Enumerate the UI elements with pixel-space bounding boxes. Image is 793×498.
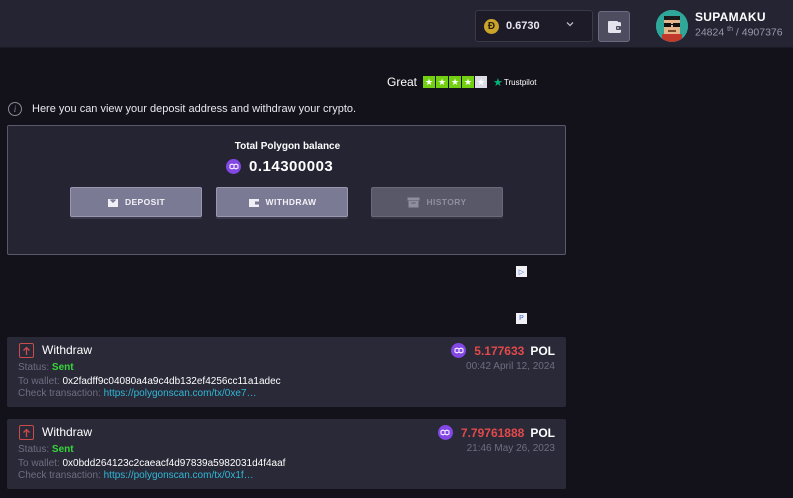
transaction-card: Withdraw 5.177633 POL 00:42 April 12, 20… xyxy=(7,337,566,407)
transaction-wallet: To wallet: 0x0bdd264123c2caeacf4d97839a5… xyxy=(18,458,285,469)
user-rank: 24824 th / 4907376 xyxy=(695,26,783,39)
trustpilot-stars: ★ ★ ★ ★ ★ xyxy=(423,76,488,88)
transaction-date: 00:42 April 12, 2024 xyxy=(466,361,555,372)
rank-suffix: th xyxy=(727,26,733,33)
deposit-label: Deposit xyxy=(124,197,166,207)
deposit-icon xyxy=(107,196,119,208)
check-label: Check transaction: xyxy=(18,470,101,481)
transaction-amount: 7.79761888 POL xyxy=(437,425,555,440)
check-label: Check transaction: xyxy=(18,388,101,399)
transaction-currency: POL xyxy=(530,425,555,440)
balance-panel-title: Total Polygon balance xyxy=(234,141,341,152)
transaction-type: Withdraw xyxy=(42,425,93,439)
history-label: History xyxy=(426,197,467,207)
balance-amount-value: 0.14300003 xyxy=(249,158,334,175)
transaction-amount: 5.177633 POL xyxy=(451,343,555,358)
rank-total: / 4907376 xyxy=(735,26,783,39)
transaction-check: Check transaction: https://polygonscan.c… xyxy=(18,470,254,481)
star-icon: ★ xyxy=(462,76,475,88)
arrow-up-icon xyxy=(19,343,34,358)
trustpilot-rating-label: Great xyxy=(387,75,418,89)
polygon-icon xyxy=(226,159,241,174)
check-transaction-link[interactable]: https://polygonscan.com/tx/0xe7… xyxy=(104,388,257,399)
status-value: Sent xyxy=(51,362,74,373)
transaction-status: Status: Sent xyxy=(18,362,74,373)
trustpilot-brand: Trustpilot xyxy=(503,77,537,87)
trustpilot-widget[interactable]: Great ★ ★ ★ ★ ★ ★ Trustpilot xyxy=(387,75,537,89)
withdraw-button[interactable]: Withdraw xyxy=(216,187,348,217)
wallet-label: To wallet: xyxy=(18,458,60,469)
polygon-icon xyxy=(451,343,467,358)
transaction-status: Status: Sent xyxy=(18,444,74,455)
wallet-label: To wallet: xyxy=(18,376,60,387)
chevron-down-icon xyxy=(566,22,574,27)
transaction-amount-value: 7.79761888 xyxy=(460,425,525,440)
wallet-address: 0x2fadff9c04080a4a9c4db132ef4256cc11a1ad… xyxy=(62,376,281,387)
wallet-icon xyxy=(607,20,621,33)
trustpilot-star-icon: ★ xyxy=(493,76,503,89)
polygon-icon xyxy=(437,425,453,440)
dogecoin-icon: Ð xyxy=(484,18,499,34)
history-button[interactable]: History xyxy=(371,187,503,217)
star-icon: ★ xyxy=(436,76,449,88)
top-bar: Ð 0.6730 SUPAMAKU 24824 th / 4907376 xyxy=(0,0,793,48)
avatar[interactable] xyxy=(656,10,688,42)
trustpilot-logo: ★ Trustpilot xyxy=(493,76,536,89)
star-icon: ★ xyxy=(423,76,436,88)
info-text: Here you can view your deposit address a… xyxy=(32,103,357,115)
history-icon xyxy=(407,197,420,208)
balance-panel: Total Polygon balance 0.14300003 Deposit… xyxy=(7,125,566,255)
username[interactable]: SUPAMAKU xyxy=(695,10,766,24)
arrow-up-icon xyxy=(19,425,34,440)
balance-amount: 0.14300003 xyxy=(226,158,333,175)
transaction-date: 21:46 May 26, 2023 xyxy=(466,443,555,454)
ad-badge-icon[interactable]: P xyxy=(516,313,527,324)
transaction-card: Withdraw 7.79761888 POL 21:46 May 26, 20… xyxy=(7,419,566,489)
ad-choices-icon[interactable]: ▷ xyxy=(516,266,527,277)
check-transaction-link[interactable]: https://polygonscan.com/tx/0x1f… xyxy=(104,470,254,481)
star-empty-icon: ★ xyxy=(475,76,488,88)
transaction-currency: POL xyxy=(530,343,555,358)
rank-position: 24824 xyxy=(695,26,725,39)
wallet-button[interactable] xyxy=(598,11,630,42)
withdraw-label: Withdraw xyxy=(265,197,317,207)
status-label: Status: xyxy=(18,444,50,455)
wallet-address: 0x0bdd264123c2caeacf4d97839a5982031d4f4a… xyxy=(62,458,286,469)
balance-currency-select[interactable]: Ð 0.6730 xyxy=(475,10,593,42)
status-label: Status: xyxy=(18,362,50,373)
status-value: Sent xyxy=(51,444,74,455)
deposit-button[interactable]: Deposit xyxy=(70,187,202,217)
info-icon: i xyxy=(8,102,22,116)
transaction-type: Withdraw xyxy=(42,343,93,357)
info-line: i Here you can view your deposit address… xyxy=(8,102,356,116)
transaction-amount-value: 5.177633 xyxy=(474,343,525,358)
withdraw-icon xyxy=(248,196,260,208)
transaction-wallet: To wallet: 0x2fadff9c04080a4a9c4db132ef4… xyxy=(18,376,281,387)
balance-value: 0.6730 xyxy=(506,20,540,32)
avatar-image xyxy=(656,10,688,42)
transaction-check: Check transaction: https://polygonscan.c… xyxy=(18,388,256,399)
star-icon: ★ xyxy=(449,76,462,88)
